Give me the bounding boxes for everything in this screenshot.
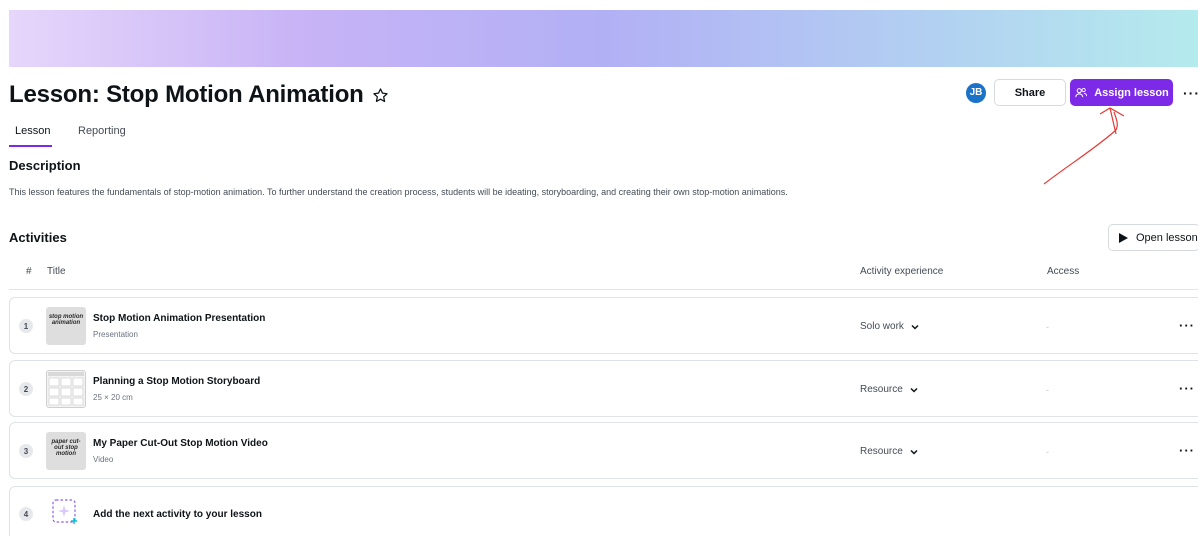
star-icon[interactable] <box>372 87 389 104</box>
activities-heading: Activities <box>9 230 67 245</box>
row-number: 3 <box>19 444 33 458</box>
assign-lesson-button[interactable]: Assign lesson <box>1070 79 1173 106</box>
row-number: 4 <box>19 507 33 521</box>
chevron-down-icon <box>910 449 918 455</box>
access-value: - <box>1046 385 1049 395</box>
tab-reporting[interactable]: Reporting <box>78 125 126 147</box>
column-header-number: # <box>26 266 32 277</box>
page-title: Lesson: Stop Motion Animation <box>9 81 364 108</box>
open-lesson-label: Open lesson <box>1136 231 1198 244</box>
activity-title[interactable]: My Paper Cut-Out Stop Motion Video <box>93 438 268 449</box>
activity-row[interactable]: 3 paper cut-out stop motion My Paper Cut… <box>9 422 1198 479</box>
experience-dropdown[interactable]: Solo work <box>860 321 920 332</box>
access-value: - <box>1046 447 1049 457</box>
row-more-button[interactable]: ··· <box>1179 318 1195 333</box>
column-header-access: Access <box>1047 266 1080 277</box>
experience-value: Resource <box>860 446 903 457</box>
add-activity-label[interactable]: Add the next activity to your lesson <box>93 509 262 520</box>
share-button[interactable]: Share <box>994 79 1066 106</box>
assign-lesson-label: Assign lesson <box>1094 86 1169 99</box>
activity-thumbnail <box>46 370 86 408</box>
description-text: This lesson features the fundamentals of… <box>9 187 788 197</box>
access-value: - <box>1046 322 1049 332</box>
activity-row[interactable]: 1 stop motion animation Stop Motion Anim… <box>9 297 1198 354</box>
column-header-title: Title <box>47 266 66 277</box>
row-more-button[interactable]: ··· <box>1179 381 1195 396</box>
activity-type: Presentation <box>93 330 138 339</box>
add-activity-row[interactable]: 4 Add the next activity to your lesson <box>9 486 1198 536</box>
annotation-arrow <box>1043 107 1125 185</box>
row-number: 1 <box>19 319 33 333</box>
lesson-banner <box>9 10 1198 67</box>
row-number: 2 <box>19 382 33 396</box>
lesson-tabs: Lesson Reporting <box>9 125 126 147</box>
chevron-down-icon <box>911 324 919 330</box>
avatar[interactable]: JB <box>966 82 986 103</box>
activity-row[interactable]: 2 Planning a Stop Motion Storyboard 25 ×… <box>9 360 1198 417</box>
activity-size: 25 × 20 cm <box>93 393 133 402</box>
title-row: Lesson: Stop Motion Animation <box>9 80 389 110</box>
table-header-divider <box>9 289 1198 290</box>
experience-dropdown[interactable]: Resource <box>860 384 919 395</box>
description-heading: Description <box>9 158 81 173</box>
row-more-button[interactable]: ··· <box>1179 443 1195 458</box>
chevron-down-icon <box>910 387 918 393</box>
header-actions: JB Share Assign lesson ··· <box>966 79 1198 106</box>
activity-title[interactable]: Planning a Stop Motion Storyboard <box>93 376 260 387</box>
experience-value: Resource <box>860 384 903 395</box>
tab-lesson[interactable]: Lesson <box>9 125 52 147</box>
more-options-button[interactable]: ··· <box>1183 85 1198 101</box>
assign-people-icon <box>1075 87 1088 97</box>
column-header-experience: Activity experience <box>860 266 944 277</box>
experience-value: Solo work <box>860 321 904 332</box>
activity-thumbnail: stop motion animation <box>46 307 86 345</box>
play-icon <box>1119 232 1128 243</box>
activity-thumbnail: paper cut-out stop motion <box>46 432 86 470</box>
open-lesson-button[interactable]: Open lesson <box>1108 224 1198 251</box>
activity-title[interactable]: Stop Motion Animation Presentation <box>93 313 265 324</box>
experience-dropdown[interactable]: Resource <box>860 446 919 457</box>
add-activity-sparkle-icon <box>52 499 77 524</box>
activity-type: Video <box>93 455 114 464</box>
storyboard-thumbnail-graphic <box>48 372 84 406</box>
